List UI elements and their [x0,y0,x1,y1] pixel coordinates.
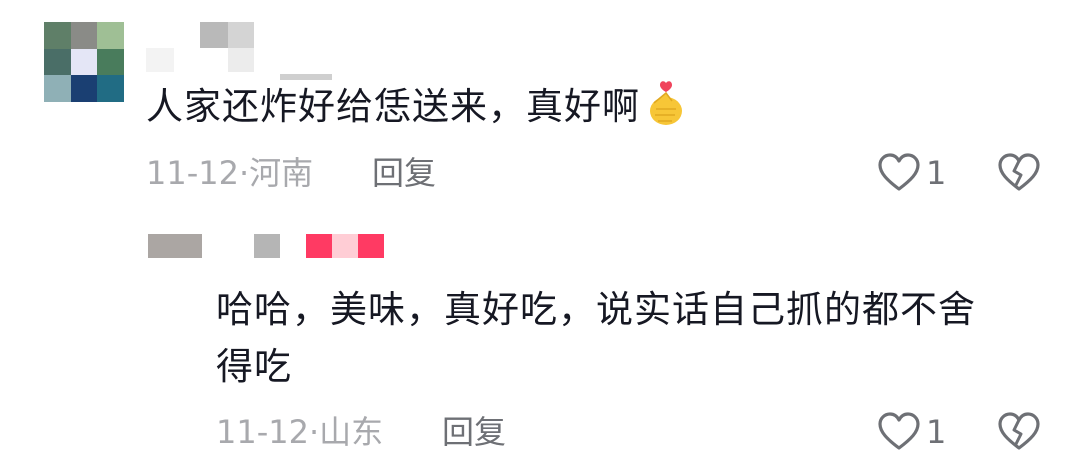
broken-heart-icon[interactable] [996,151,1042,193]
like-count: 1 [926,154,947,192]
like-count: 1 [926,413,947,451]
reply-body-line2: 得吃 [216,345,292,388]
broken-heart-icon[interactable] [996,410,1042,452]
comment-date: 11-12 [146,154,239,192]
reply-body-line1: 哈哈，美味，真好吃，说实话自己抓的都不舍 [216,288,976,331]
meta-separator: · [308,413,320,451]
heart-outline-icon[interactable] [876,151,922,193]
comment-text: 人家还炸好给恁送来，真好啊 [146,78,686,135]
avatar[interactable] [44,22,124,102]
reply-button[interactable]: 回复 [372,153,436,193]
reply-location: 山东 [319,413,384,451]
reply-button[interactable]: 回复 [442,412,506,452]
heart-outline-icon[interactable] [876,410,922,452]
reply-text: 哈哈，美味，真好吃，说实话自己抓的都不舍 得吃 [216,281,976,395]
finger-heart-emoji-icon [650,81,682,125]
reply-date: 11-12 [216,413,309,451]
comment-meta: 11-12·河南 [146,153,313,193]
meta-separator: · [238,154,250,192]
comment-body: 人家还炸好给恁送来，真好啊 [146,85,640,128]
reply-meta: 11-12·山东 [216,412,383,452]
comment-location: 河南 [249,154,314,192]
